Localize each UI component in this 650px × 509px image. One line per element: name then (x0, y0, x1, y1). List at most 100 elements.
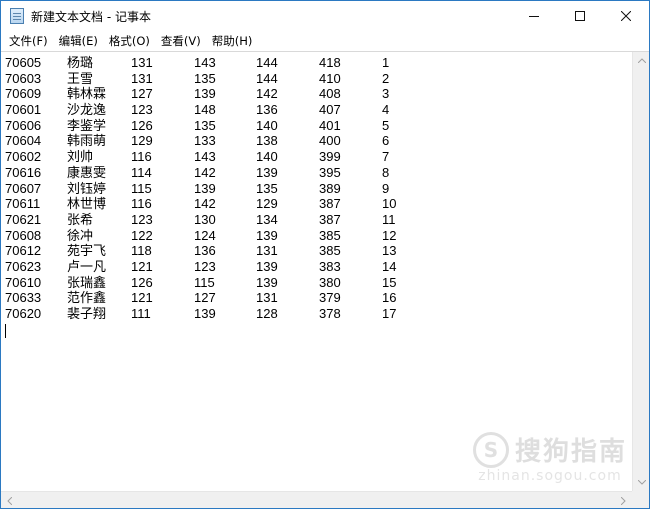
text-line: 70610 张瑞鑫 126 115 139 380 15 (5, 275, 632, 291)
text-cell: 140 (256, 149, 278, 165)
text-cell: 70610 (5, 274, 42, 290)
menu-help[interactable]: 帮助(H) (207, 33, 258, 49)
maximize-button[interactable] (557, 1, 603, 31)
close-icon (621, 11, 631, 21)
text-cell: 418 (319, 55, 341, 70)
text-cell: 116 (131, 196, 152, 212)
text-cell: 136 (256, 102, 278, 118)
text-cell: 13 (382, 243, 397, 259)
menu-format[interactable]: 格式(O) (104, 33, 155, 49)
text-cell: 林世博 (67, 196, 107, 212)
text-cell: 70620 (5, 306, 42, 321)
text-cell: 383 (319, 258, 341, 274)
text-cell: 408 (319, 86, 341, 102)
text-cell: 387 (319, 196, 341, 212)
scroll-left-button[interactable] (1, 492, 18, 509)
resize-grip[interactable] (632, 491, 649, 508)
text-cell: 135 (256, 180, 278, 196)
text-cell: 115 (194, 274, 215, 290)
text-cell: 70607 (5, 180, 42, 196)
text-cell: 401 (319, 117, 341, 133)
text-cell: 121 (131, 290, 153, 306)
text-cell: 11 (382, 211, 396, 227)
text-cell: 裴子翔 (67, 306, 107, 321)
text-cell: 李鉴学 (67, 117, 107, 133)
text-cell: 139 (194, 180, 216, 196)
text-line: 70620 裴子翔 111 139 128 378 17 (5, 306, 632, 322)
menu-file[interactable]: 文件(F) (4, 33, 53, 49)
text-cell: 143 (194, 55, 216, 70)
text-cell: 70609 (5, 86, 42, 102)
text-cell: 16 (382, 290, 397, 306)
minimize-button[interactable] (511, 1, 557, 31)
sogou-logo-icon: S (472, 431, 509, 468)
text-cell: 143 (194, 149, 216, 165)
text-cell: 139 (256, 274, 278, 290)
scroll-up-button[interactable] (633, 52, 650, 69)
text-cell: 385 (319, 243, 341, 259)
text-cell: 范作鑫 (67, 290, 107, 306)
text-cell: 刘帅 (67, 149, 94, 165)
text-cell: 15 (382, 274, 397, 290)
text-cell: 140 (256, 117, 278, 133)
text-line: 70612 苑宇飞 118 136 131 385 13 (5, 243, 632, 259)
text-cell: 410 (319, 70, 341, 86)
title-bar[interactable]: 新建文本文档 - 记事本 (1, 1, 649, 31)
text-line: 70603 王雪 131 135 144 410 2 (5, 71, 632, 87)
text-cell: 康惠雯 (67, 164, 107, 180)
text-cell: 70611 (5, 196, 41, 212)
text-cell: 123 (131, 211, 153, 227)
text-cell: 385 (319, 227, 341, 243)
text-cell: 131 (131, 70, 153, 86)
text-line: 70633 范作鑫 121 127 131 379 16 (5, 290, 632, 306)
text-cell: 韩雨萌 (67, 133, 107, 149)
text-cell: 70601 (5, 102, 42, 118)
window-controls (511, 1, 649, 31)
scroll-right-button[interactable] (615, 492, 632, 509)
text-cell: 123 (194, 258, 216, 274)
vertical-scrollbar[interactable] (632, 52, 649, 491)
text-cell: 121 (131, 258, 153, 274)
window-title: 新建文本文档 - 记事本 (31, 9, 151, 24)
text-cell: 126 (131, 117, 153, 133)
chevron-up-icon (637, 58, 646, 63)
text-cell: 144 (256, 70, 278, 86)
maximize-icon (575, 11, 585, 21)
text-cell: 70616 (5, 164, 42, 180)
text-cell: 5 (382, 117, 390, 133)
text-cell: 130 (194, 211, 216, 227)
text-cell: 127 (194, 290, 216, 306)
text-cell: 70621 (5, 211, 42, 227)
text-cell: 9 (382, 180, 390, 196)
text-line: 70606 李鉴学 126 135 140 401 5 (5, 118, 632, 134)
text-cell: 142 (194, 164, 216, 180)
text-cell: 10 (382, 196, 397, 212)
text-cell: 139 (256, 227, 278, 243)
text-cell: 7 (382, 149, 390, 165)
text-cell: 387 (319, 211, 341, 227)
text-cell: 122 (131, 227, 153, 243)
text-cell: 136 (194, 243, 216, 259)
text-cell: 卢一凡 (67, 258, 107, 274)
text-cell: 135 (194, 70, 216, 86)
text-cell: 70606 (5, 117, 42, 133)
text-cell: 118 (131, 243, 152, 259)
text-cell: 139 (194, 86, 216, 102)
menu-edit[interactable]: 编辑(E) (54, 33, 103, 49)
text-cell: 沙龙逸 (67, 102, 107, 118)
text-cell: 135 (194, 117, 216, 133)
menu-view[interactable]: 查看(V) (156, 33, 206, 49)
watermark-name: 搜狗指南 (514, 437, 627, 467)
text-area[interactable]: 70605 杨璐 131 143 144 418 1 70603 王雪 131 135 144 410 2… (1, 52, 632, 491)
text-cell: 14 (382, 258, 397, 274)
chevron-right-icon (621, 496, 626, 505)
minimize-icon (529, 16, 539, 17)
text-cell: 张瑞鑫 (67, 274, 107, 290)
menu-bar: 文件(F) 编辑(E) 格式(O) 查看(V) 帮助(H) (1, 31, 649, 51)
horizontal-scrollbar[interactable] (1, 491, 632, 508)
scroll-down-button[interactable] (633, 474, 650, 491)
notepad-icon[interactable] (10, 8, 24, 24)
text-cell: 111 (131, 306, 151, 321)
close-button[interactable] (603, 1, 649, 31)
text-cell: 刘钰婷 (67, 180, 107, 196)
